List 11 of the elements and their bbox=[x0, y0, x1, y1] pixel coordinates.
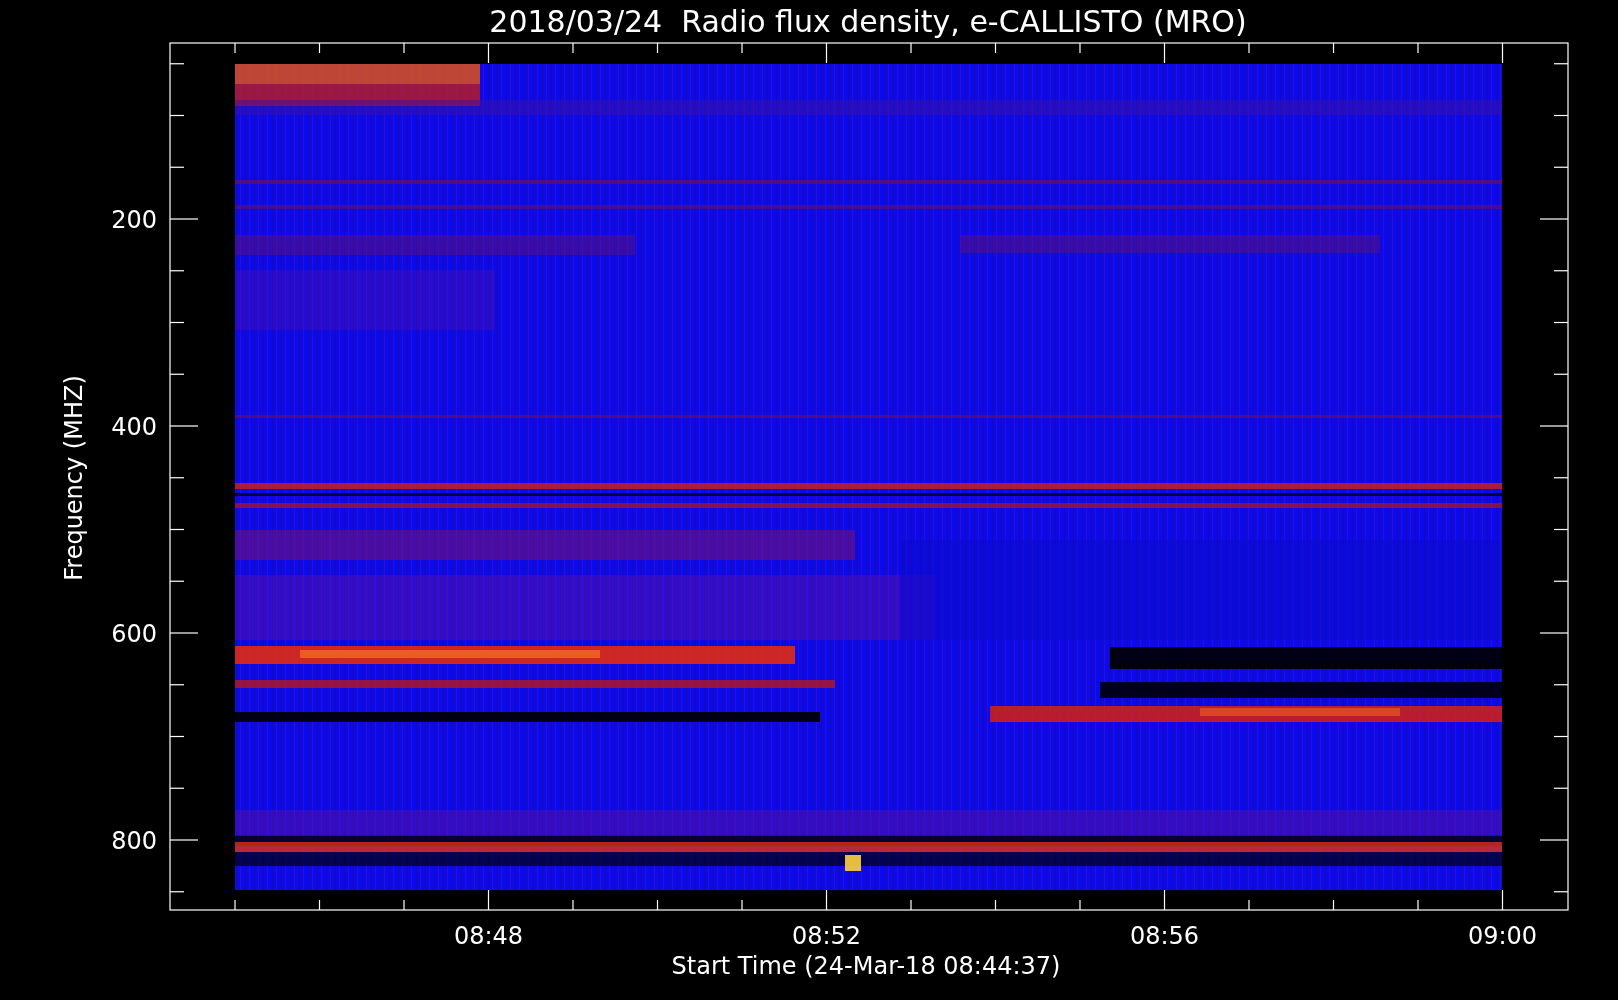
x-tick-label: 08:56 bbox=[1129, 922, 1200, 950]
x-tick-label: 09:00 bbox=[1467, 922, 1538, 950]
x-axis-label: Start Time (24-Mar-18 08:44:37) bbox=[671, 952, 1061, 980]
x-tick-label: 08:52 bbox=[791, 922, 862, 950]
chart-title: 2018/03/24 Radio flux density, e-CALLISTO (MRO) bbox=[489, 4, 1247, 39]
y-tick-label: 400 bbox=[111, 413, 157, 441]
y-tick-label: 600 bbox=[111, 620, 157, 648]
y-tick-label: 800 bbox=[111, 827, 157, 855]
x-tick-label: 08:48 bbox=[453, 922, 524, 950]
y-tick-label: 200 bbox=[111, 206, 157, 234]
y-axis-label: Frequency (MHZ) bbox=[60, 375, 88, 581]
